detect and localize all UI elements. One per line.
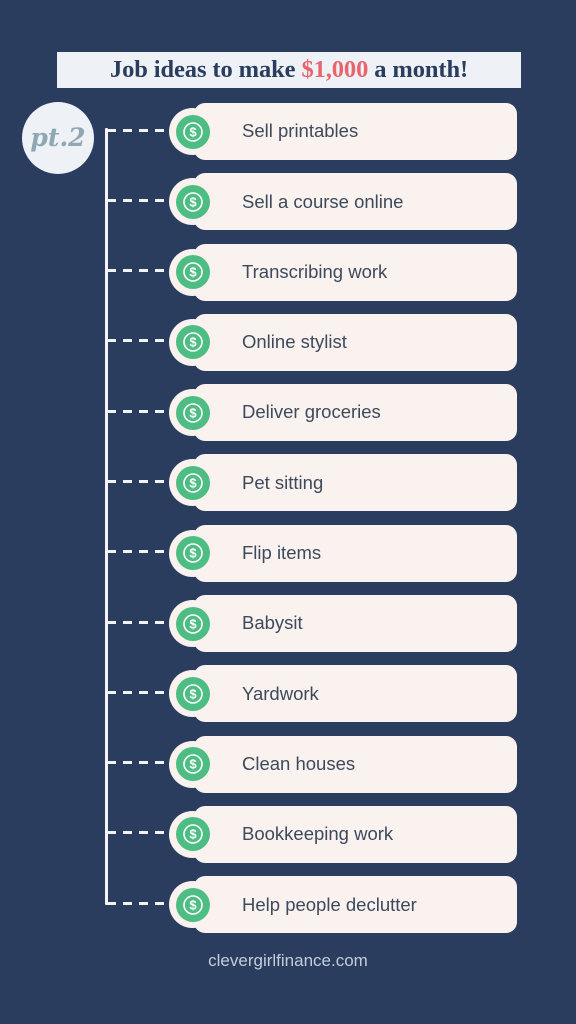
- svg-text:$: $: [189, 546, 197, 561]
- dollar-coin-circle: $: [175, 114, 210, 149]
- job-idea-card[interactable]: Flip items: [194, 524, 517, 582]
- job-idea-label: Transcribing work: [242, 260, 388, 282]
- title-banner: Job ideas to make $1,000 a month!: [57, 52, 521, 88]
- list-item-5[interactable]: Pet sitting $: [0, 451, 576, 521]
- svg-text:$: $: [189, 476, 197, 491]
- job-idea-card[interactable]: Bookkeeping work: [194, 805, 517, 863]
- list-item-3[interactable]: Online stylist $: [0, 311, 576, 381]
- dollar-coin-circle: $: [175, 606, 210, 641]
- dollar-coin-circle: $: [175, 536, 210, 571]
- job-idea-card[interactable]: Babysit: [194, 595, 517, 653]
- dollar-coin-icon: $: [169, 740, 216, 788]
- list-item-8[interactable]: Yardwork $: [0, 662, 576, 732]
- job-idea-label: Sell printables: [242, 120, 359, 142]
- list-item-4[interactable]: Deliver groceries $: [0, 381, 576, 451]
- title-prefix: Job ideas to make: [109, 55, 302, 83]
- job-idea-label: Yardwork: [242, 682, 319, 704]
- svg-text:$: $: [189, 405, 197, 420]
- job-idea-card[interactable]: Pet sitting: [194, 454, 517, 512]
- svg-text:$: $: [189, 194, 197, 209]
- title-amount: $1,000: [301, 55, 369, 83]
- list-item-6[interactable]: Flip items $: [0, 522, 576, 592]
- svg-text:$: $: [189, 265, 197, 280]
- dollar-coin-circle: $: [175, 747, 210, 782]
- list-item-10[interactable]: Bookkeeping work $: [0, 803, 576, 873]
- job-idea-card[interactable]: Yardwork: [194, 665, 517, 723]
- job-idea-card[interactable]: Online stylist: [194, 313, 517, 371]
- infographic-page: Job ideas to make $1,000 a month! pt.2 S…: [0, 0, 576, 1024]
- job-idea-label: Clean houses: [242, 752, 356, 774]
- dollar-coin-circle: $: [175, 887, 210, 922]
- dollar-coin-icon: $: [169, 318, 216, 366]
- svg-text:$: $: [189, 897, 197, 912]
- dollar-coin-icon: $: [169, 389, 216, 437]
- list-item-2[interactable]: Transcribing work $: [0, 241, 576, 311]
- svg-text:$: $: [189, 827, 197, 842]
- website-url: clevergirlfinance.com: [208, 951, 368, 970]
- dollar-coin-circle: $: [175, 325, 210, 360]
- dollar-coin-circle: $: [175, 817, 210, 852]
- dollar-coin-circle: $: [175, 676, 210, 711]
- dollar-coin-icon: $: [169, 881, 216, 929]
- job-idea-label: Pet sitting: [242, 471, 324, 493]
- job-idea-card[interactable]: Help people declutter: [194, 876, 517, 934]
- job-idea-label: Online stylist: [242, 331, 347, 353]
- list-item-7[interactable]: Babysit $: [0, 592, 576, 662]
- svg-text:$: $: [189, 335, 197, 350]
- list-item-9[interactable]: Clean houses $: [0, 733, 576, 803]
- job-idea-label: Help people declutter: [242, 893, 417, 915]
- job-idea-card[interactable]: Clean houses: [194, 735, 517, 793]
- list-item-0[interactable]: Sell printables $: [0, 100, 576, 170]
- dollar-coin-icon: $: [169, 108, 216, 155]
- dollar-coin-circle: $: [175, 465, 210, 500]
- job-idea-label: Babysit: [242, 612, 303, 634]
- svg-text:$: $: [189, 616, 197, 631]
- dollar-coin-circle: $: [175, 255, 210, 290]
- svg-text:$: $: [189, 686, 197, 701]
- list-item-1[interactable]: Sell a course online $: [0, 170, 576, 240]
- job-idea-label: Sell a course online: [242, 190, 404, 212]
- svg-text:$: $: [189, 124, 197, 139]
- page-title: Job ideas to make $1,000 a month!: [109, 55, 469, 83]
- job-ideas-list: Sell printables $ Sell a course online $: [0, 100, 576, 944]
- job-idea-card[interactable]: Sell printables: [194, 103, 517, 160]
- dollar-coin-circle: $: [175, 184, 210, 219]
- footer: clevergirlfinance.com: [0, 952, 576, 971]
- dollar-coin-icon: $: [169, 529, 216, 577]
- dollar-coin-icon: $: [169, 178, 216, 226]
- list-item-11[interactable]: Help people declutter $: [0, 873, 576, 943]
- dollar-coin-circle: $: [175, 395, 210, 430]
- job-idea-card[interactable]: Sell a course online: [194, 173, 517, 231]
- job-idea-label: Bookkeeping work: [242, 823, 394, 845]
- job-idea-label: Flip items: [242, 542, 322, 564]
- dollar-coin-icon: $: [169, 248, 216, 296]
- job-idea-card[interactable]: Deliver groceries: [194, 384, 517, 442]
- svg-text:$: $: [189, 757, 197, 772]
- title-suffix: a month!: [368, 55, 469, 83]
- job-idea-label: Deliver groceries: [242, 401, 381, 423]
- dollar-coin-icon: $: [169, 810, 216, 858]
- job-idea-card[interactable]: Transcribing work: [194, 243, 517, 301]
- dollar-coin-icon: $: [169, 600, 216, 648]
